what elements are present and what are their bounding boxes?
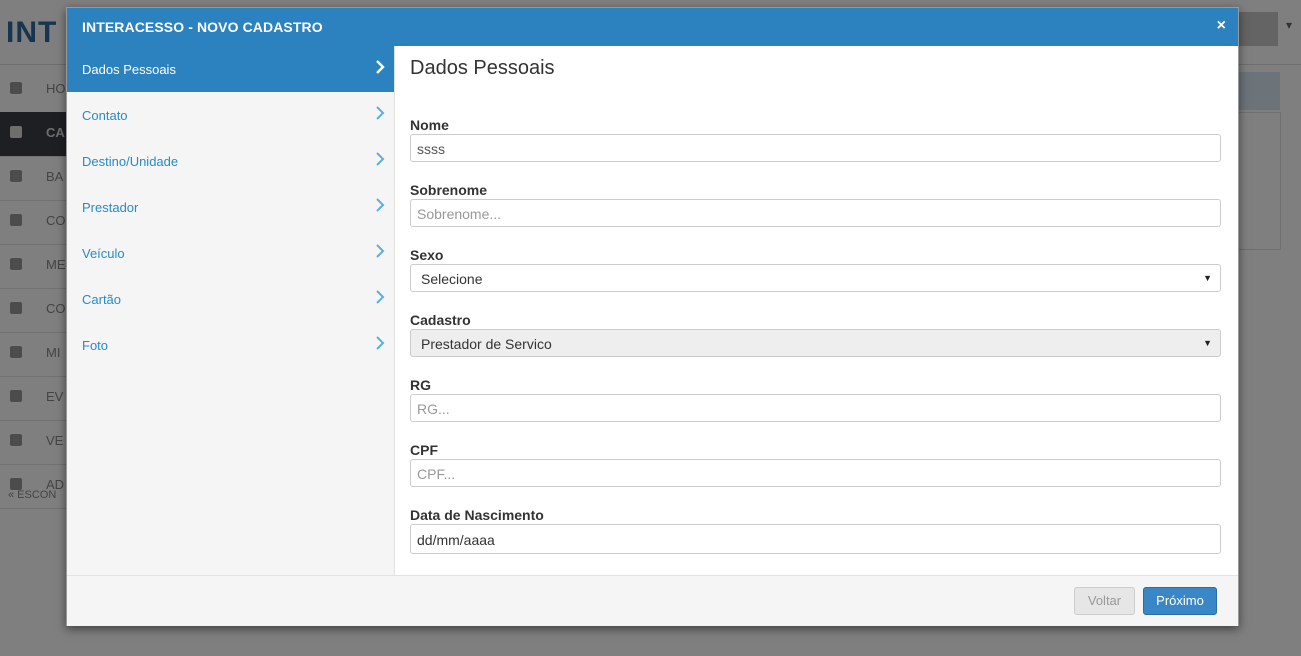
rg-label: RG (410, 377, 431, 393)
step-label: Foto (82, 338, 109, 353)
step-contato[interactable]: Contato (67, 92, 394, 138)
step-veiculo[interactable]: Veículo (67, 230, 394, 276)
nome-input[interactable]: ssss (410, 134, 1221, 162)
cpf-input[interactable]: CPF... (410, 459, 1221, 487)
cadastro-selected: Prestador de Servico (421, 336, 552, 352)
sexo-select[interactable]: Selecione ▼ (410, 264, 1221, 292)
step-destino-unidade[interactable]: Destino/Unidade (67, 138, 394, 184)
step-cartao[interactable]: Cartão (67, 276, 394, 322)
nome-value: ssss (417, 141, 445, 157)
rg-input[interactable]: RG... (410, 394, 1221, 422)
sexo-selected: Selecione (421, 271, 483, 287)
modal-title: INTERACESSO - NOVO CADASTRO (82, 19, 323, 35)
chevron-right-icon (376, 336, 385, 350)
close-button[interactable]: × (1217, 17, 1226, 35)
birthdate-input[interactable]: dd/mm/aaaa (410, 524, 1221, 554)
chevron-right-icon (376, 244, 385, 258)
sobrenome-placeholder: Sobrenome... (417, 206, 502, 222)
birthdate-value: dd/mm/aaaa (417, 532, 495, 548)
step-label: Contato (82, 108, 128, 123)
step-label: Cartão (82, 292, 122, 307)
nascimento-label: Data de Nascimento (410, 507, 544, 523)
wizard-steps-nav: Dados Pessoais Contato Destino/Unidade P… (67, 46, 395, 575)
rg-placeholder: RG... (417, 401, 450, 417)
step-foto[interactable]: Foto (67, 322, 394, 368)
cadastro-select[interactable]: Prestador de Servico ▼ (410, 329, 1221, 357)
modal-footer: Voltar Próximo (67, 575, 1238, 626)
back-button[interactable]: Voltar (1074, 587, 1135, 615)
step-label: Veículo (82, 246, 125, 261)
sexo-label: Sexo (410, 247, 444, 263)
nome-label: Nome (410, 117, 449, 133)
modal-header: INTERACESSO - NOVO CADASTRO × (67, 8, 1238, 46)
step-prestador[interactable]: Prestador (67, 184, 394, 230)
section-title: Dados Pessoais (410, 57, 555, 79)
chevron-right-icon (376, 290, 385, 304)
form-content: Dados Pessoais Nome ssss Sobrenome Sobre… (410, 46, 1223, 575)
chevron-right-icon (376, 198, 385, 212)
cpf-label: CPF (410, 442, 438, 458)
chevron-right-icon (376, 106, 385, 120)
cpf-placeholder: CPF... (417, 466, 456, 482)
cadastro-label: Cadastro (410, 312, 471, 328)
chevron-right-icon (376, 152, 385, 166)
new-registration-modal: INTERACESSO - NOVO CADASTRO × Dados Pess… (66, 7, 1239, 626)
step-label: Dados Pessoais (82, 62, 176, 77)
next-button[interactable]: Próximo (1143, 587, 1217, 615)
dropdown-arrow-icon: ▼ (1203, 338, 1212, 348)
step-label: Destino/Unidade (82, 154, 179, 169)
step-dados-pessoais[interactable]: Dados Pessoais (67, 46, 394, 92)
sobrenome-label: Sobrenome (410, 182, 488, 198)
dropdown-arrow-icon: ▼ (1203, 273, 1212, 283)
chevron-right-icon (376, 60, 385, 74)
sobrenome-input[interactable]: Sobrenome... (410, 199, 1221, 227)
step-label: Prestador (82, 200, 139, 215)
